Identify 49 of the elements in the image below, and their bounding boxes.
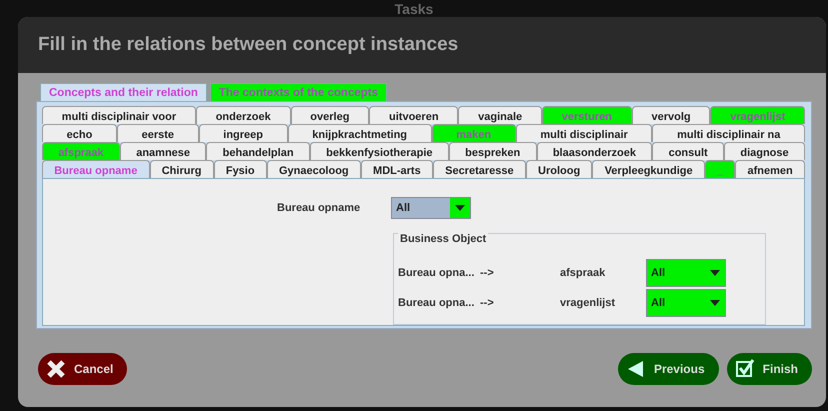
tab[interactable]: ingreep: [198, 124, 288, 142]
tab[interactable]: bekkenfysiotherapie: [310, 142, 449, 160]
tab[interactable]: Gynaecoloog: [266, 160, 361, 178]
tab[interactable]: blaasonderzoek: [536, 142, 652, 160]
tab[interactable]: afnemen: [735, 160, 805, 178]
tab[interactable]: vervolg: [632, 106, 710, 124]
tab[interactable]: vaginale: [458, 106, 542, 124]
finish-button[interactable]: Finish: [726, 353, 812, 385]
tab[interactable]: onderzoek: [196, 106, 290, 124]
tab[interactable]: multi disciplinair na: [652, 124, 806, 142]
dropdown[interactable]: All: [646, 259, 726, 287]
tab[interactable]: knijpkrachtmeting: [288, 124, 432, 142]
tab[interactable]: behandelplan: [206, 142, 310, 160]
tab[interactable]: anamnese: [120, 142, 206, 160]
tab[interactable]: echo: [42, 124, 117, 142]
arrow-text: -->: [480, 296, 495, 311]
tab[interactable]: multi disciplinair: [516, 124, 652, 142]
arrow-text: -->: [480, 266, 495, 281]
dropdown-arrow-icon: [710, 270, 720, 276]
dropdown[interactable]: All: [646, 289, 726, 317]
tab[interactable]: multi disciplinair voor: [42, 106, 196, 124]
tab[interactable]: overleg: [290, 106, 370, 124]
dropdown-arrow-icon: [710, 300, 720, 306]
group-title: Business Object: [398, 233, 488, 245]
tab[interactable]: Uroloog: [526, 160, 592, 178]
tab[interactable]: MDL-arts: [360, 160, 433, 178]
target-label: vragenlijst: [560, 296, 616, 311]
previous-button[interactable]: Previous: [618, 353, 719, 385]
tab[interactable]: eerste: [116, 124, 199, 142]
tab[interactable]: Chirurg: [150, 160, 214, 178]
tab[interactable]: consult: [652, 142, 724, 160]
checkbox-icon: [734, 359, 755, 379]
target-label: afspraak: [560, 266, 606, 281]
tab[interactable]: uitvoeren: [369, 106, 458, 124]
tab[interactable]: Verpleegkundige: [592, 160, 705, 178]
tab[interactable]: Secretaresse: [432, 160, 526, 178]
dropdown-arrow-icon: [455, 205, 465, 211]
window-title: Fill in the relations between concept instances: [38, 32, 458, 57]
source-label: Bureau opna...: [398, 266, 476, 281]
tab[interactable]: diagnose: [724, 142, 805, 160]
tab[interactable]: Fysio: [214, 160, 267, 178]
tab[interactable]: bespreken: [448, 142, 537, 160]
left-triangle-icon: [626, 359, 646, 379]
cancel-button[interactable]: Cancel: [38, 353, 128, 385]
background-title: Tasks: [394, 2, 434, 17]
dropdown[interactable]: All: [391, 197, 471, 219]
cancel-icon: [46, 359, 66, 379]
filter-label: Bureau opname: [277, 200, 362, 216]
source-label: Bureau opna...: [398, 296, 476, 311]
